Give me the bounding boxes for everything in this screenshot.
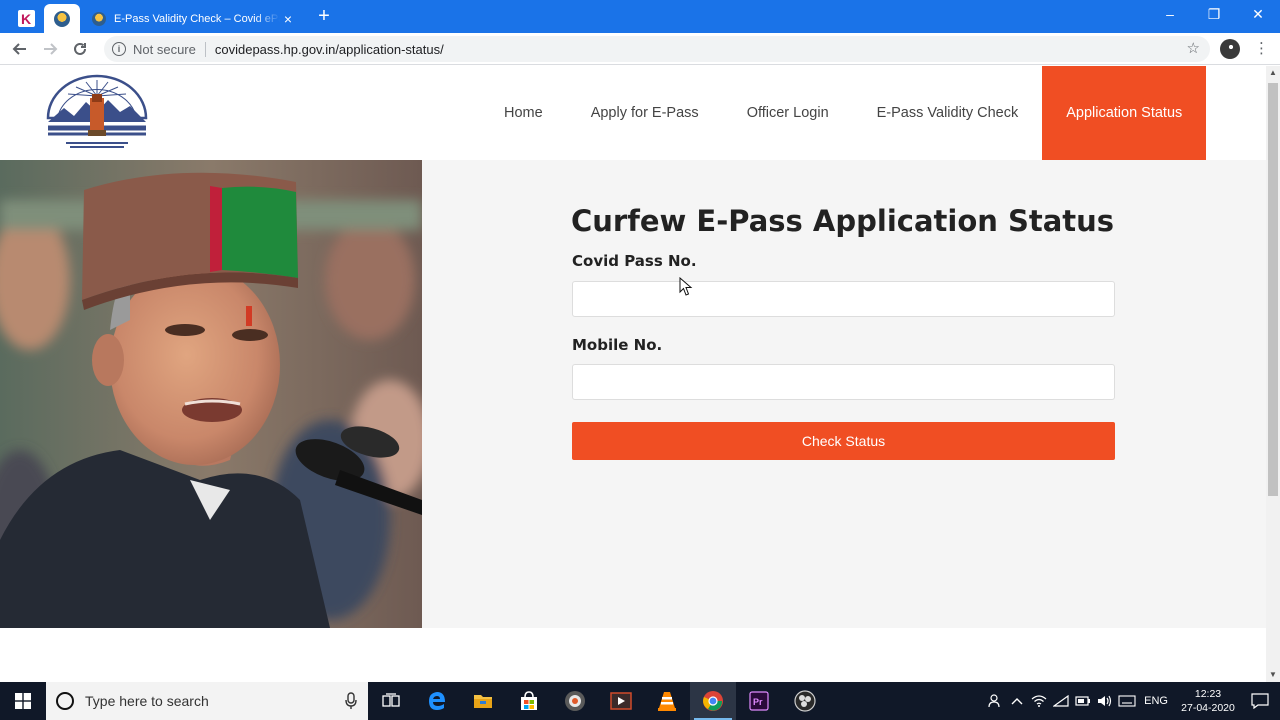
video-editor-icon[interactable] [598,682,644,720]
web-page: Home Apply for E-Pass Officer Login E-Pa… [0,66,1266,682]
pinned-tab-home[interactable] [44,4,80,33]
vlc-icon[interactable] [644,682,690,720]
clock-date: 27-04-2020 [1181,702,1235,714]
status-form-panel: Curfew E-Pass Application Status Covid P… [422,160,1266,628]
file-explorer-icon[interactable] [460,682,506,720]
svg-text:Pr: Pr [753,697,763,707]
page-scrollbar[interactable]: ▲ ▼ [1266,66,1280,682]
scroll-down-arrow-icon[interactable]: ▼ [1266,668,1280,682]
start-button[interactable] [0,682,46,720]
taskbar-search-box[interactable]: Type here to search [46,682,368,720]
screen: K E-Pass Validity Check – Covid ePass × … [0,0,1280,720]
battery-icon[interactable] [1072,682,1094,720]
info-icon[interactable]: i [112,42,126,56]
volume-icon[interactable] [1094,682,1116,720]
page-title: Curfew E-Pass Application Status [571,204,1115,238]
taskbar-pinned-apps: Pr [368,682,828,720]
reload-icon [74,42,86,55]
k-app-icon: K [17,10,35,27]
windows-logo-icon [15,693,31,709]
nav-application-status[interactable]: Application Status [1042,66,1207,160]
store-icon[interactable] [506,682,552,720]
browser-tab-active[interactable]: E-Pass Validity Check – Covid ePass × [80,4,304,33]
covid-pass-input[interactable] [572,281,1115,317]
microphone-icon[interactable] [344,692,358,710]
people-icon[interactable] [984,682,1006,720]
system-tray: ENG 12:23 27-04-2020 [984,682,1280,720]
tab-title: E-Pass Validity Check – Covid ePass [114,12,280,25]
mobile-input[interactable] [572,364,1115,400]
reload-button[interactable] [65,34,95,64]
obs-icon[interactable] [782,682,828,720]
edge-icon[interactable] [414,682,460,720]
search-placeholder: Type here to search [85,693,209,709]
window-controls: – ❐ ✕ [1148,0,1280,28]
chevron-up-icon[interactable] [1006,682,1028,720]
taskbar-clock[interactable]: 12:23 27-04-2020 [1176,687,1240,715]
main-navigation: Home Apply for E-Pass Officer Login E-Pa… [480,66,1207,160]
windows-taskbar: Type here to search Pr ENG 12:23 27-04-2… [0,682,1280,720]
clock-time: 12:23 [1194,688,1222,700]
address-separator [204,41,206,57]
media-icon[interactable] [552,682,598,720]
cortana-icon [56,692,74,710]
network-icon[interactable] [1050,682,1072,720]
hp-government-emblem-logo[interactable] [44,74,150,152]
check-status-button[interactable]: Check Status [572,422,1115,460]
emblem-favicon-icon [54,10,70,27]
forward-arrow-icon [44,42,58,55]
pinned-tab-k[interactable]: K [8,4,44,33]
forward-button[interactable] [35,34,65,64]
address-bar[interactable]: i Not secure covidepass.hp.gov.in/applic… [104,36,1210,62]
input-language[interactable]: ENG [1144,695,1168,707]
wifi-icon[interactable] [1028,682,1050,720]
close-window-button[interactable]: ✕ [1236,0,1280,28]
keyboard-icon[interactable] [1116,682,1138,720]
covid-pass-label: Covid Pass No. [572,252,697,270]
back-button[interactable] [5,34,35,64]
task-view-icon[interactable] [368,682,414,720]
maximize-button[interactable]: ❐ [1192,0,1236,28]
security-status[interactable]: Not secure [133,42,196,57]
url-text[interactable]: covidepass.hp.gov.in/application-status/ [215,42,444,57]
scroll-up-arrow-icon[interactable]: ▲ [1266,66,1280,80]
scrollbar-thumb[interactable] [1268,83,1278,496]
new-tab-button[interactable]: + [312,5,336,29]
hero-photo [0,160,422,628]
premiere-icon[interactable]: Pr [736,682,782,720]
back-arrow-icon [12,42,26,55]
site-header: Home Apply for E-Pass Officer Login E-Pa… [0,66,1266,160]
browser-toolbar: i Not secure covidepass.hp.gov.in/applic… [0,33,1280,65]
chrome-taskbar-icon[interactable] [690,682,736,720]
action-center-icon[interactable] [1240,682,1280,720]
tab-close-icon[interactable]: × [280,11,296,27]
nav-officer-login[interactable]: Officer Login [723,66,853,160]
minimize-button[interactable]: – [1148,0,1192,28]
nav-apply-epass[interactable]: Apply for E-Pass [567,66,723,160]
nav-home[interactable]: Home [480,66,567,160]
profile-avatar-icon[interactable] [1220,39,1240,59]
chrome-menu-icon[interactable]: ⋮ [1254,39,1269,59]
browser-tab-strip: K E-Pass Validity Check – Covid ePass × … [0,0,1280,33]
mobile-label: Mobile No. [572,336,663,354]
nav-epass-validity-check[interactable]: E-Pass Validity Check [853,66,1043,160]
bookmark-star-icon[interactable]: ☆ [1187,39,1200,57]
tab-favicon-icon [92,11,106,26]
